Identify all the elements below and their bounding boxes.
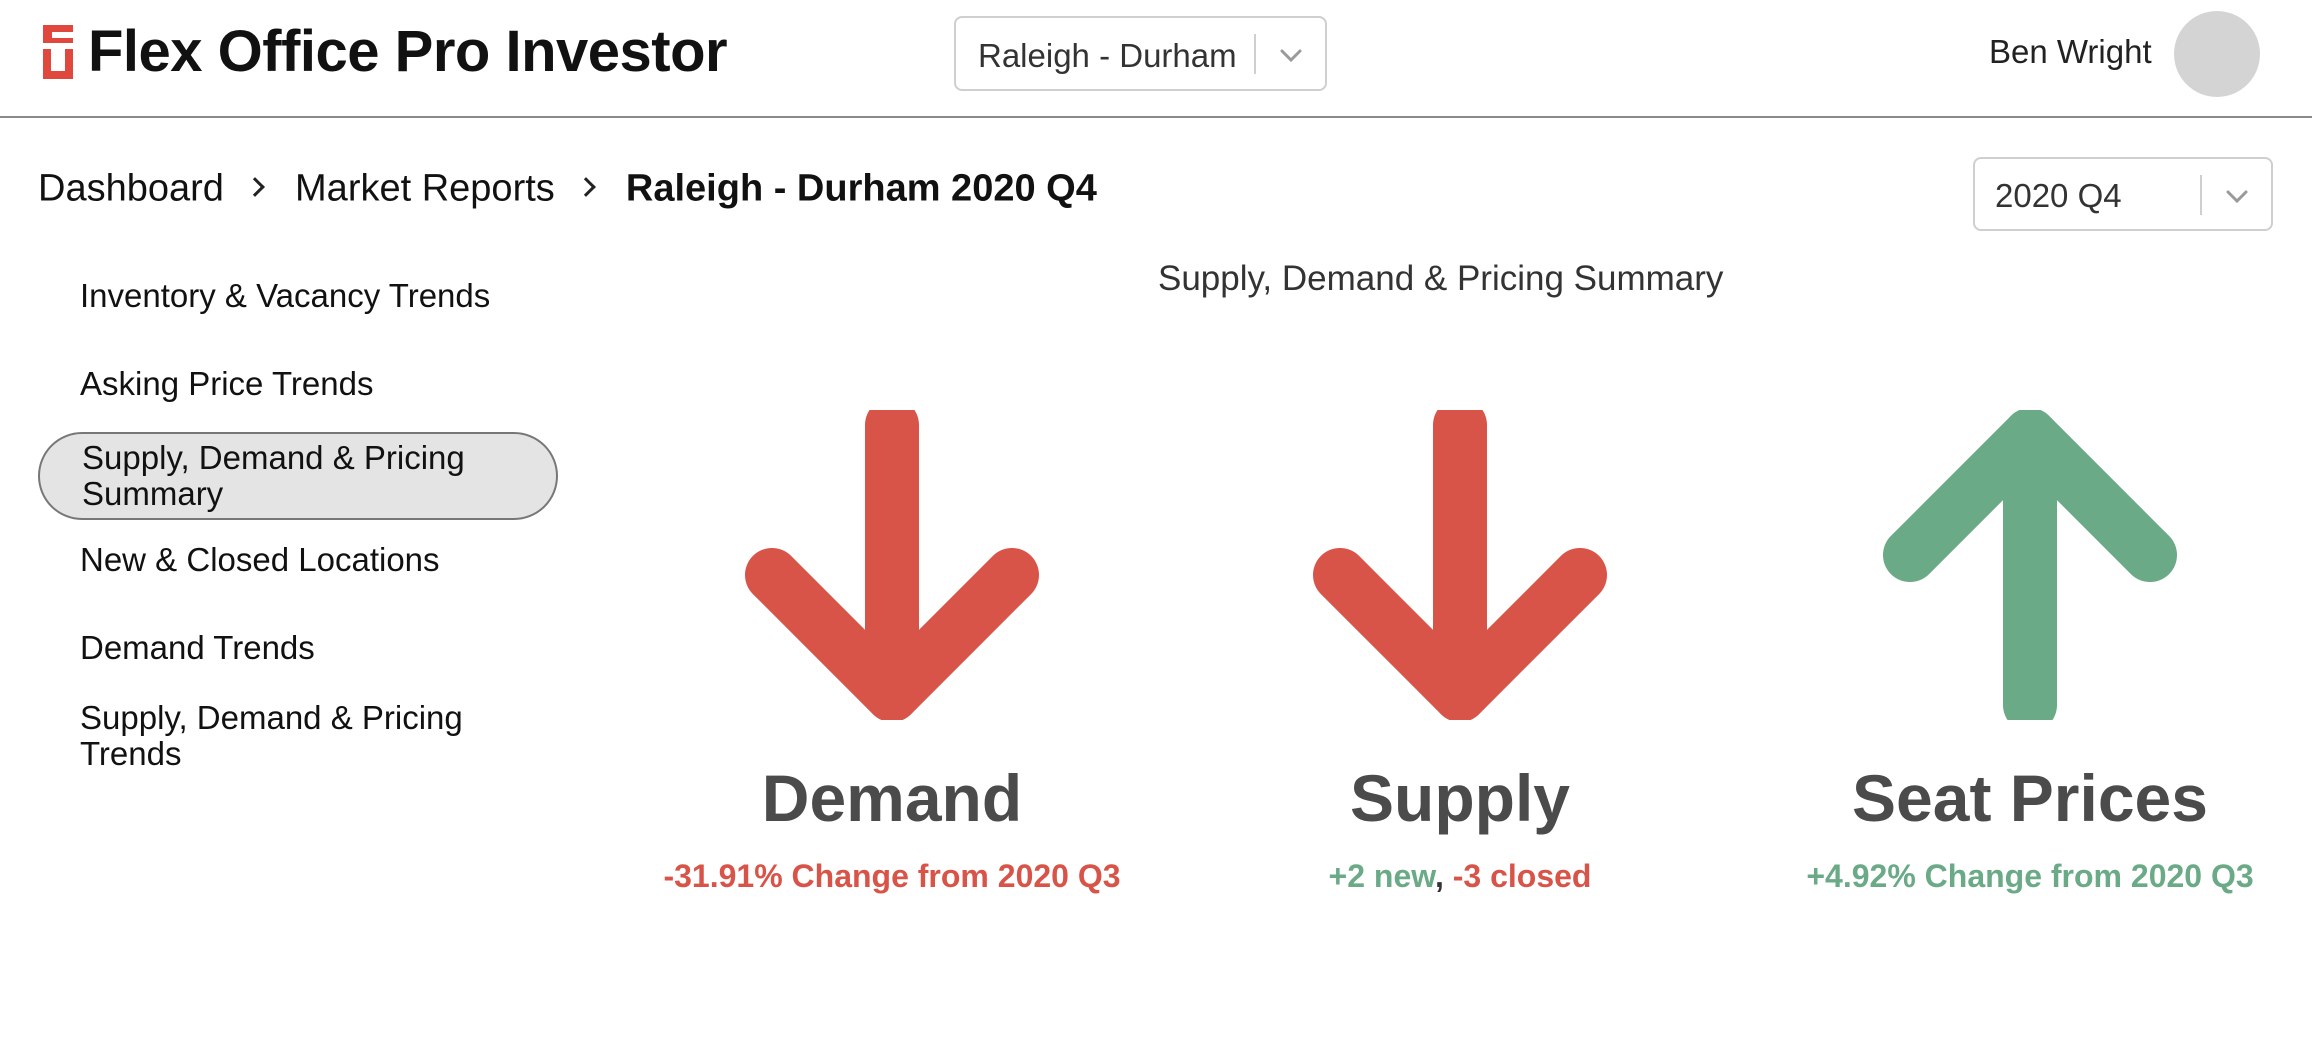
top-header: Flex Office Pro Investor Raleigh - Durha…: [0, 0, 2312, 118]
app-title: Flex Office Pro Investor: [88, 19, 728, 84]
demand-metric: Demand -31.91% Change from 2020 Q3: [642, 410, 1142, 895]
closed-count: -3 closed: [1443, 858, 1592, 894]
section-title: Supply, Demand & Pricing Summary: [1158, 259, 1724, 298]
chevron-down-icon: [1280, 49, 1302, 63]
metric-change: -31.91% Change from 2020 Q3: [663, 858, 1121, 894]
metric-change: +2 new, -3 closed: [1210, 858, 1710, 895]
sidebar-item-inventory-vacancy-trends[interactable]: Inventory & Vacancy Trends: [38, 278, 558, 314]
metric-label: Seat Prices: [1852, 761, 2208, 835]
chevron-down-icon: [2226, 190, 2248, 204]
arrow-up-icon: [1883, 410, 2177, 720]
arrow-down-icon: [1313, 410, 1607, 720]
chevron-right-icon: [576, 177, 597, 197]
breadcrumb-market-reports[interactable]: Market Reports: [295, 167, 555, 209]
sidebar-item-new-closed-locations[interactable]: New & Closed Locations: [38, 542, 558, 578]
separator: ,: [1434, 858, 1444, 894]
avatar[interactable]: [2174, 11, 2260, 97]
sidebar-item-supply-demand-pricing-summary[interactable]: Supply, Demand & Pricing Summary: [38, 432, 558, 520]
period-select[interactable]: 2020 Q4: [1973, 157, 2273, 231]
period-select-value: 2020 Q4: [1995, 177, 2122, 214]
new-count: +2 new: [1328, 858, 1435, 894]
select-divider: [2200, 175, 2202, 215]
metric-change: +4.92% Change from 2020 Q3: [1806, 858, 2254, 894]
brand-logo-icon: [43, 25, 73, 79]
sidebar-item-asking-price-trends[interactable]: Asking Price Trends: [38, 366, 558, 402]
sidebar-item-demand-trends[interactable]: Demand Trends: [38, 630, 558, 666]
sidebar-item-supply-demand-pricing-trends[interactable]: Supply, Demand & Pricing Trends: [38, 700, 508, 772]
user-name: Ben Wright: [1989, 33, 2152, 70]
select-divider: [1254, 34, 1256, 74]
seat-prices-metric: Seat Prices +4.92% Change from 2020 Q3: [1780, 410, 2280, 895]
chevron-right-icon: [245, 177, 266, 197]
breadcrumb: Dashboard Market Reports Raleigh - Durha…: [38, 166, 1097, 210]
market-select[interactable]: Raleigh - Durham: [954, 16, 1327, 91]
arrow-down-icon: [745, 410, 1039, 720]
breadcrumb-dashboard[interactable]: Dashboard: [38, 167, 224, 209]
metric-label: Supply: [1349, 761, 1570, 835]
supply-metric: Supply +2 new, -3 closed: [1210, 410, 1710, 895]
metric-label: Demand: [761, 761, 1023, 835]
breadcrumb-current: Raleigh - Durham 2020 Q4: [625, 167, 1097, 210]
market-select-value: Raleigh - Durham: [978, 37, 1237, 74]
